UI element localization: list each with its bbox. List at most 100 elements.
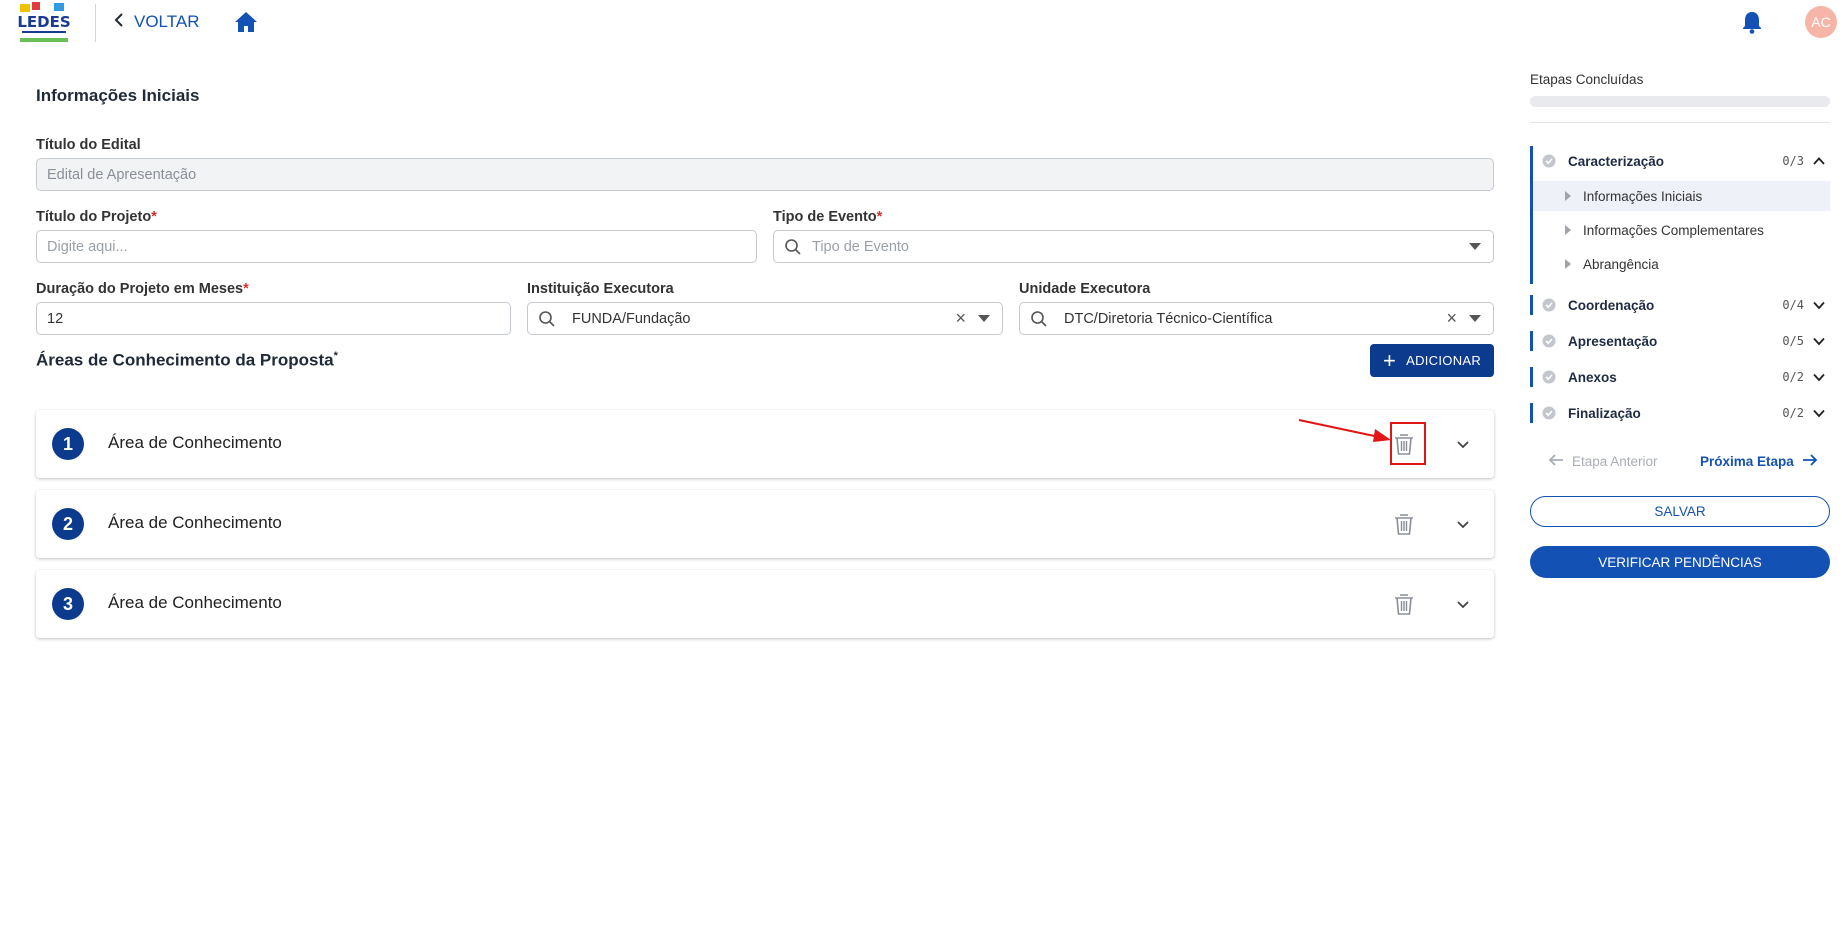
search-icon <box>784 238 802 256</box>
step-caracterizacao[interactable]: Caracterização 0/3 <box>1533 146 1830 176</box>
trash-icon[interactable] <box>1391 511 1417 537</box>
projeto-label: Título do Projeto* <box>36 209 157 225</box>
step-finalizacao[interactable]: Finalização 0/2 <box>1533 398 1830 428</box>
caret-right-icon <box>1565 259 1571 269</box>
caret-down-icon[interactable] <box>1469 315 1481 322</box>
step-name: Caracterização <box>1568 153 1665 169</box>
trash-icon[interactable] <box>1391 591 1417 617</box>
next-step-button[interactable]: Próxima Etapa <box>1700 453 1818 470</box>
area-label: Área de Conhecimento <box>108 433 282 452</box>
clear-icon[interactable]: × <box>1446 308 1457 329</box>
caret-down-icon[interactable] <box>1469 243 1481 250</box>
unidade-label: Unidade Executora <box>1019 281 1151 297</box>
previous-step-button[interactable]: Etapa Anterior <box>1548 453 1658 470</box>
institution-value: FUNDA/Fundação <box>572 310 691 327</box>
step-count: 0/3 <box>1782 154 1804 168</box>
substep-abrangencia[interactable]: Abrangência <box>1533 249 1830 279</box>
areas-title: Áreas de Conhecimento da Proposta* <box>36 350 338 370</box>
user-avatar[interactable]: AC <box>1805 6 1837 38</box>
verify-pending-button[interactable]: VERIFICAR PENDÊNCIAS <box>1530 546 1830 578</box>
area-card[interactable]: 2 Área de Conhecimento <box>36 490 1494 558</box>
chevron-down-icon[interactable] <box>1812 370 1826 384</box>
chevron-left-icon <box>114 12 124 32</box>
chevron-down-icon[interactable] <box>1812 334 1826 348</box>
search-icon <box>1030 310 1048 328</box>
chevron-down-icon[interactable] <box>1812 406 1826 420</box>
step-count: 0/2 <box>1782 406 1804 420</box>
unit-value: DTC/Diretoria Técnico-Científica <box>1064 310 1273 327</box>
svg-text:LEDES: LEDES <box>18 13 70 31</box>
substep-informacoes-complementares[interactable]: Informações Complementares <box>1533 215 1830 245</box>
chevron-down-icon[interactable] <box>1454 515 1472 533</box>
project-title-placeholder: Digite aqui... <box>47 238 128 255</box>
home-icon[interactable] <box>234 11 258 33</box>
app-logo: LEDES <box>17 2 71 44</box>
arrow-right-icon <box>1802 453 1818 470</box>
unit-select[interactable]: DTC/Diretoria Técnico-Científica × <box>1019 302 1494 335</box>
search-icon <box>538 310 556 328</box>
project-title-input[interactable]: Digite aqui... <box>36 230 757 263</box>
duracao-label: Duração do Projeto em Meses* <box>36 281 249 297</box>
tipo-evento-label: Tipo de Evento* <box>773 209 883 225</box>
steps-progress-bar <box>1530 96 1830 107</box>
check-circle-icon <box>1542 406 1556 420</box>
chevron-up-icon[interactable] <box>1812 154 1826 168</box>
step-count: 0/4 <box>1782 298 1804 312</box>
event-type-placeholder: Tipo de Evento <box>812 238 909 255</box>
substep-informacoes-iniciais[interactable]: Informações Iniciais <box>1533 181 1830 211</box>
step-count: 0/2 <box>1782 370 1804 384</box>
check-circle-icon <box>1542 370 1556 384</box>
verify-label: VERIFICAR PENDÊNCIAS <box>1598 554 1762 570</box>
steps-title: Etapas Concluídas <box>1530 72 1644 87</box>
check-circle-icon <box>1542 154 1556 168</box>
institution-select[interactable]: FUNDA/Fundação × <box>527 302 1003 335</box>
edital-field: Edital de Apresentação <box>36 158 1494 191</box>
duration-value: 12 <box>47 310 64 327</box>
save-button[interactable]: SALVAR <box>1530 496 1830 527</box>
back-label: VOLTAR <box>134 12 200 31</box>
previous-step-label: Etapa Anterior <box>1572 454 1658 469</box>
area-number: 3 <box>52 588 84 620</box>
notification-bell-icon[interactable] <box>1741 10 1763 34</box>
back-button[interactable]: VOLTAR <box>114 10 200 34</box>
annotation-highlight-box <box>1390 422 1426 465</box>
step-name: Anexos <box>1568 369 1617 385</box>
instituicao-label: Instituição Executora <box>527 281 674 297</box>
substep-label: Abrangência <box>1583 256 1659 272</box>
step-count: 0/5 <box>1782 334 1804 348</box>
clear-icon[interactable]: × <box>955 308 966 329</box>
check-circle-icon <box>1542 298 1556 312</box>
area-number: 2 <box>52 508 84 540</box>
event-type-select[interactable]: Tipo de Evento <box>773 230 1494 263</box>
step-coordenacao[interactable]: Coordenação 0/4 <box>1533 290 1830 320</box>
panel-divider <box>1530 122 1830 123</box>
edital-label: Título do Edital <box>36 137 141 153</box>
chevron-down-icon[interactable] <box>1454 595 1472 613</box>
step-apresentacao[interactable]: Apresentação 0/5 <box>1533 326 1830 356</box>
duration-input[interactable]: 12 <box>36 302 511 335</box>
section-title: Informações Iniciais <box>36 86 200 105</box>
chevron-down-icon[interactable] <box>1454 435 1472 453</box>
area-card[interactable]: 1 Área de Conhecimento <box>36 410 1494 478</box>
chevron-down-icon[interactable] <box>1812 298 1826 312</box>
caret-right-icon <box>1565 191 1571 201</box>
avatar-initials: AC <box>1811 14 1831 30</box>
check-circle-icon <box>1542 334 1556 348</box>
header-divider <box>95 4 96 42</box>
area-card[interactable]: 3 Área de Conhecimento <box>36 570 1494 638</box>
annotation-arrow <box>1295 415 1395 445</box>
next-step-label: Próxima Etapa <box>1700 454 1794 469</box>
area-label: Área de Conhecimento <box>108 593 282 612</box>
caret-down-icon[interactable] <box>978 315 990 322</box>
edital-placeholder: Edital de Apresentação <box>47 166 197 183</box>
add-area-button[interactable]: + ADICIONAR <box>1370 344 1494 377</box>
save-label: SALVAR <box>1654 504 1706 519</box>
step-name: Finalização <box>1568 405 1641 421</box>
add-area-label: ADICIONAR <box>1406 353 1482 368</box>
step-name: Apresentação <box>1568 333 1658 349</box>
step-anexos[interactable]: Anexos 0/2 <box>1533 362 1830 392</box>
substep-label: Informações Iniciais <box>1583 188 1703 204</box>
substep-label: Informações Complementares <box>1583 222 1764 238</box>
plus-icon: + <box>1382 347 1397 373</box>
area-label: Área de Conhecimento <box>108 513 282 532</box>
